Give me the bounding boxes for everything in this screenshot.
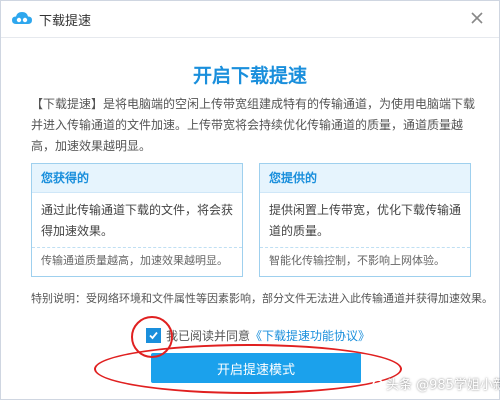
check-icon [149, 331, 158, 340]
provide-card: 您提供的 提供闲置上传带宽，优化下载传输通道的质量。 智能化传输控制，不影响上网… [259, 163, 471, 277]
gain-card-body: 通过此传输通道下载的文件，将会获得加速效果。 [41, 203, 234, 238]
agreement-checkbox[interactable] [146, 328, 161, 343]
gain-card-title: 您获得的 [32, 164, 242, 193]
title-bar: 下载提速 [1, 1, 499, 38]
enable-speedup-button[interactable]: 开启提速模式 [151, 353, 361, 383]
watermark: 头条 @985学姐小新新 [372, 374, 500, 395]
gain-card-foot: 传输通道质量越高，加速效果越明显。 [32, 247, 242, 276]
close-icon[interactable] [467, 8, 487, 28]
special-note: 特别说明：受网络环境和文件属性等因素影响，部分文件无法进入此传输通道并获得加速效… [31, 292, 493, 305]
agreement-link[interactable]: 《下载提速功能协议》 [250, 329, 370, 343]
provide-card-foot: 智能化传输控制，不影响上网体验。 [260, 247, 470, 276]
description-text: 【下载提速】是将电脑端的空闲上传带宽组建成特有的传输通道，为使用电脑端下载并进入… [31, 97, 476, 153]
watermark-logo-icon [372, 379, 384, 395]
provide-card-body: 提供闲置上传带宽，优化下载传输通道的质量。 [269, 203, 462, 238]
agreement-text: 我已阅读并同意《下载提速功能协议》 [166, 327, 370, 344]
page-heading: 开启下载提速 [192, 65, 307, 87]
window-title: 下载提速 [39, 14, 92, 29]
close-button[interactable] [467, 8, 487, 28]
watermark-text: 头条 @985学姐小新新 [386, 378, 500, 393]
provide-card-title: 您提供的 [260, 164, 470, 193]
dialog-window: 下载提速 开启下载提速 【下载提速】是将电脑端的空闲上传带宽组建成特有的传输通道… [0, 0, 500, 400]
agreement-prefix: 我已阅读并同意 [166, 329, 251, 343]
gain-card: 您获得的 通过此传输通道下载的文件，将会获得加速效果。 传输通道质量越高，加速效… [31, 163, 243, 277]
cloud-icon [11, 9, 33, 27]
